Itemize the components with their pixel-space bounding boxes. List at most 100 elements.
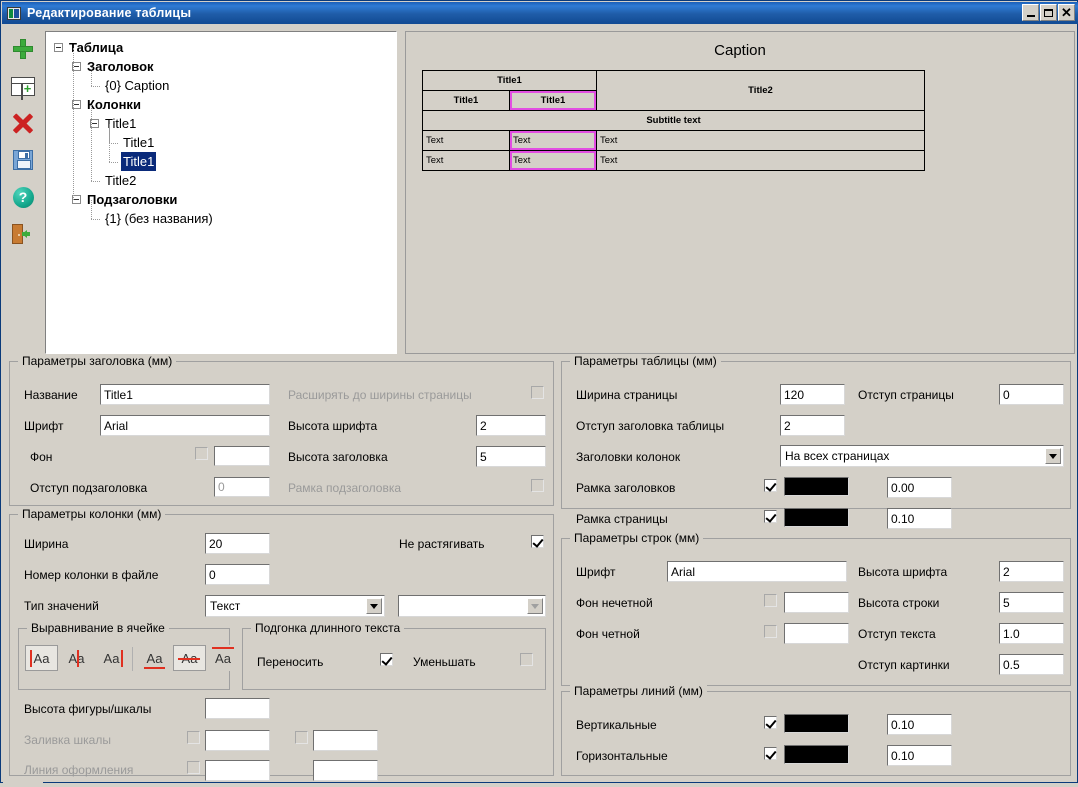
tree-node[interactable]: Таблица	[46, 38, 396, 57]
shrink-label: Уменьшать	[413, 655, 476, 669]
column-number-input[interactable]	[205, 564, 270, 585]
page-width-label: Ширина страницы	[576, 388, 677, 402]
close-button[interactable]: ✕	[1058, 4, 1075, 21]
table-params-title: Параметры таблицы (мм)	[570, 354, 721, 368]
tree-node[interactable]: Заголовок	[46, 57, 396, 76]
align-right-button[interactable]: Aa	[95, 645, 128, 671]
column-number-label: Номер колонки в файле	[24, 568, 158, 582]
text-indent-input[interactable]	[999, 623, 1064, 644]
odd-bg-checkbox[interactable]	[764, 594, 777, 607]
column-params-title: Параметры колонки (мм)	[18, 507, 165, 521]
page-width-input[interactable]	[780, 384, 845, 405]
tree-node-label: Подзаголовки	[85, 190, 179, 209]
chevron-down-icon[interactable]	[366, 598, 382, 614]
headers-frame-checkbox[interactable]	[764, 479, 777, 492]
wrap-checkbox[interactable]	[380, 653, 393, 666]
vertical-lines-width-input[interactable]	[887, 714, 952, 735]
page-frame-checkbox[interactable]	[764, 510, 777, 523]
row-font-label: Шрифт	[576, 565, 615, 579]
align-center-button[interactable]: Aa	[60, 645, 93, 671]
align-bottom-button[interactable]: Aa	[138, 645, 171, 671]
align-top-button[interactable]: Aa	[208, 645, 238, 671]
window-controls: ✕	[1022, 4, 1075, 21]
tree-node[interactable]: Колонки	[46, 95, 396, 114]
align-left-button[interactable]: Aa	[25, 645, 58, 671]
shrink-checkbox[interactable]	[520, 653, 533, 666]
preview-subtitle: Subtitle text	[423, 111, 925, 131]
column-nostretch-label: Не растягивать	[399, 537, 485, 551]
preview-subheader-2-selected[interactable]: Title1	[510, 91, 597, 111]
column-nostretch-checkbox[interactable]	[531, 535, 544, 548]
header-expand-label: Расширять до ширины страницы	[288, 388, 472, 402]
add-table-icon[interactable]: +	[8, 72, 38, 100]
figure-height-input[interactable]	[205, 698, 270, 719]
vertical-lines-color-swatch[interactable]	[784, 714, 849, 733]
tree-node-label: Title1	[121, 133, 156, 152]
tree-node[interactable]: Title1	[46, 133, 396, 152]
row-font-input[interactable]	[667, 561, 847, 582]
minimize-button[interactable]	[1022, 4, 1039, 21]
table-params-group: Параметры таблицы (мм) Ширина страницы О…	[561, 361, 1071, 509]
tree-connector	[109, 143, 118, 144]
tree-connector	[91, 67, 92, 86]
table-header-indent-input[interactable]	[780, 415, 845, 436]
tree-expander-icon[interactable]	[54, 43, 63, 52]
tree-node[interactable]: Title1	[46, 114, 396, 133]
table-window-icon	[7, 7, 21, 20]
chevron-down-icon[interactable]	[1045, 448, 1061, 464]
vertical-lines-label: Вертикальные	[576, 718, 657, 732]
add-icon[interactable]	[8, 35, 38, 63]
horizontal-lines-color-swatch[interactable]	[784, 745, 849, 764]
preview-cell-selected: Text	[510, 151, 597, 171]
header-height-input[interactable]	[476, 446, 546, 467]
header-font-input[interactable]	[100, 415, 270, 436]
header-bg-label: Фон	[30, 450, 52, 464]
wrap-label: Переносить	[257, 655, 323, 669]
exit-icon[interactable]	[8, 220, 38, 248]
delete-icon[interactable]	[8, 109, 38, 137]
horizontal-lines-checkbox[interactable]	[764, 747, 777, 760]
image-indent-input[interactable]	[999, 654, 1064, 675]
headers-frame-width-input[interactable]	[887, 477, 952, 498]
alignment-group-title: Выравнивание в ячейке	[27, 621, 169, 635]
row-font-height-input[interactable]	[999, 561, 1064, 582]
headers-frame-color-swatch[interactable]	[784, 477, 849, 496]
tree-node-label: Title2	[103, 171, 138, 190]
align-middle-button[interactable]: Aa	[173, 645, 206, 671]
header-name-input[interactable]	[100, 384, 270, 405]
even-bg-color-input[interactable]	[784, 623, 849, 644]
tree-node[interactable]: Title1	[46, 152, 396, 171]
header-params-title: Параметры заголовка (мм)	[18, 354, 176, 368]
save-icon[interactable]	[8, 146, 38, 174]
column-valuetype-combo[interactable]: Текст	[205, 595, 385, 617]
header-bg-checkbox[interactable]	[195, 447, 208, 460]
header-height-label: Высота заголовка	[288, 450, 388, 464]
help-icon[interactable]: ?	[8, 183, 38, 211]
column-valuetype-value: Текст	[210, 599, 240, 613]
title-bar[interactable]: Редактирование таблицы ✕	[2, 2, 1078, 24]
maximize-button[interactable]	[1040, 4, 1057, 21]
odd-bg-color-input[interactable]	[784, 592, 849, 613]
tree-node[interactable]: Подзаголовки	[46, 190, 396, 209]
chevron-down-icon-disabled	[527, 598, 543, 614]
page-frame-width-input[interactable]	[887, 508, 952, 529]
header-font-height-input[interactable]	[476, 415, 546, 436]
structure-tree[interactable]: ТаблицаЗаголовок{0} CaptionКолонкиTitle1…	[45, 31, 397, 354]
even-bg-checkbox[interactable]	[764, 625, 777, 638]
column-headers-combo[interactable]: На всех страницах	[780, 445, 1064, 467]
page-indent-input[interactable]	[999, 384, 1064, 405]
vertical-lines-checkbox[interactable]	[764, 716, 777, 729]
header-bg-color-input[interactable]	[214, 446, 270, 466]
horizontal-lines-width-input[interactable]	[887, 745, 952, 766]
preview-cell: Text	[597, 151, 925, 171]
alignment-group: Выравнивание в ячейке Aa Aa Aa Aa Aa Aa	[18, 628, 230, 690]
preview-cell: Text	[597, 131, 925, 151]
header-subtitle-indent-input	[214, 477, 270, 497]
page-frame-color-swatch[interactable]	[784, 508, 849, 527]
row-height-input[interactable]	[999, 592, 1064, 613]
scale-fill-input	[205, 730, 270, 751]
column-width-input[interactable]	[205, 533, 270, 554]
text-indent-label: Отступ текста	[858, 627, 936, 641]
horizontal-lines-label: Горизонтальные	[576, 749, 668, 763]
tree-node-label: {0} Caption	[103, 76, 171, 95]
